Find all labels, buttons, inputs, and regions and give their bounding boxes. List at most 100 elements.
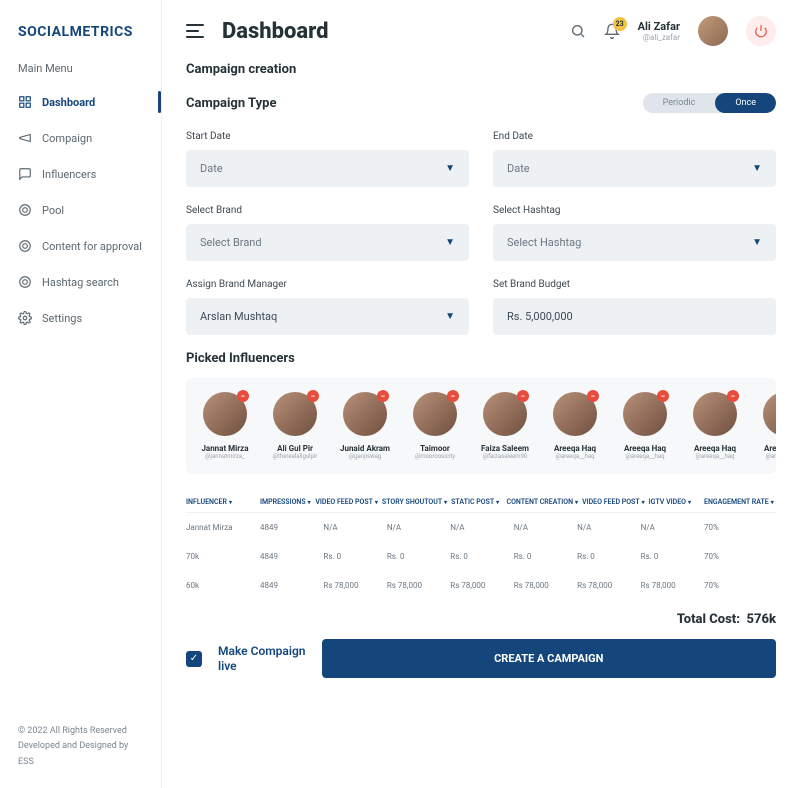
brand-select[interactable]: Select Brand▼	[186, 224, 469, 261]
column-header[interactable]: STORY SHOUTOUT ▾	[382, 498, 447, 506]
column-header[interactable]: INFLUENCER ▾	[186, 498, 256, 506]
brand-field: Select Brand Select Brand▼	[186, 205, 469, 261]
table-cell: 70%	[704, 523, 776, 532]
field-label: Assign Brand Manager	[186, 279, 469, 290]
column-header[interactable]: VIDEO FEED POST ▾	[315, 498, 378, 506]
table-cell: Rs. 0	[323, 552, 382, 561]
table-cell: Rs 78,000	[577, 581, 636, 590]
credit: Developed and Designed by ESS	[18, 739, 143, 770]
budget-input[interactable]: Rs. 5,000,000	[493, 298, 776, 335]
search-button[interactable]	[570, 23, 586, 39]
remove-icon[interactable]: −	[237, 390, 249, 402]
influencer-handle: @jannatmirza_	[205, 453, 245, 460]
sidebar-item-content[interactable]: Content for approval	[0, 229, 161, 263]
remove-icon[interactable]: −	[447, 390, 459, 402]
logout-button[interactable]	[746, 16, 776, 46]
table-cell: Rs. 0	[387, 552, 446, 561]
manager-field: Assign Brand Manager Arslan Mushtaq▼	[186, 279, 469, 335]
table-cell: 70k	[186, 552, 256, 561]
sidebar-item-influencers[interactable]: Influencers	[0, 157, 161, 191]
nav-label: Pool	[42, 204, 64, 217]
influencer-card[interactable]: − Ali Gul Pir@therealaligulpir	[266, 392, 324, 460]
menu-toggle[interactable]	[186, 24, 204, 38]
notifications-button[interactable]: 23	[604, 23, 620, 39]
influencer-card[interactable]: −Areeqa Haq@areeqa__haq	[616, 392, 674, 460]
influencer-name: Taimoor	[420, 444, 450, 453]
influencer-card[interactable]: −Areeqa Haq@areeqa__haq	[546, 392, 604, 460]
influencer-card[interactable]: −Jannat Mirza@jannatmirza_	[196, 392, 254, 460]
influencer-card[interactable]: − Areeqa Haq@areeqa__haq	[686, 392, 744, 460]
copyright: © 2022 All Rights Reserved	[18, 724, 143, 739]
table-header: INFLUENCER ▾ IMPRESSIONS ▾ VIDEO FEED POST…	[186, 492, 776, 513]
column-header[interactable]: CONTENT CREATION ▾	[507, 498, 579, 506]
table-row: 70k4849Rs. 0Rs. 0Rs. 0Rs. 0Rs. 0Rs. 070%	[186, 542, 776, 571]
influencer-name: Areeqa Haq	[554, 444, 596, 453]
avatar[interactable]	[698, 16, 728, 46]
table-cell: N/A	[387, 523, 446, 532]
main: Dashboard 23 Ali Zafar @ali_zafar Campai…	[162, 0, 800, 788]
influencer-name: Areeqa Haq	[694, 444, 736, 453]
table-row: Jannat Mirza4849N/AN/AN/AN/AN/AN/A70%	[186, 513, 776, 542]
influencer-name: Areeqa Haq	[764, 444, 776, 453]
gear-icon	[18, 311, 32, 325]
influencer-avatar: −	[623, 392, 667, 436]
influencer-avatar: −	[553, 392, 597, 436]
sidebar-item-settings[interactable]: Settings	[0, 301, 161, 335]
influencer-handle: @therealaligulpir	[273, 453, 318, 460]
influencer-card[interactable]: −Faiza Saleem@faizasaleem90	[476, 392, 534, 460]
remove-icon[interactable]: −	[587, 390, 599, 402]
end-date-select[interactable]: Date▼	[493, 150, 776, 187]
sidebar-item-compaign[interactable]: Compaign	[0, 121, 161, 155]
sidebar-item-pool[interactable]: Pool	[0, 193, 161, 227]
budget-field: Set Brand Budget Rs. 5,000,000	[493, 279, 776, 335]
nav-label: Dashboard	[42, 96, 95, 109]
user-handle: @ali_zafar	[638, 33, 680, 43]
influencer-name: Ali Gul Pir	[277, 444, 313, 453]
power-icon	[754, 24, 768, 38]
column-header[interactable]: VIDEO FEED POST ▾	[582, 498, 645, 506]
toggle-periodic[interactable]: Periodic	[643, 93, 716, 113]
nav-label: Settings	[42, 312, 82, 325]
table-cell: N/A	[323, 523, 382, 532]
sidebar-item-dashboard[interactable]: Dashboard	[0, 85, 161, 119]
table-cell: Rs. 0	[577, 552, 636, 561]
nav-label: Compaign	[42, 132, 92, 145]
table-cell: N/A	[577, 523, 636, 532]
chevron-down-icon: ▼	[445, 163, 455, 174]
column-header[interactable]: ENGAGEMENT RATE ▾	[704, 498, 776, 506]
page-title: Dashboard	[222, 19, 329, 44]
manager-select[interactable]: Arslan Mushtaq▼	[186, 298, 469, 335]
influencer-card[interactable]: −Taimoor@mooroosicity	[406, 392, 464, 460]
create-campaign-button[interactable]: CREATE A CAMPAIGN	[322, 639, 776, 678]
remove-icon[interactable]: −	[307, 390, 319, 402]
remove-icon[interactable]: −	[657, 390, 669, 402]
remove-icon[interactable]: −	[377, 390, 389, 402]
influencer-card[interactable]: −Junaid Akram@ganjiswag	[336, 392, 394, 460]
table-cell: Rs. 0	[641, 552, 700, 561]
column-header[interactable]: IMPRESSIONS ▾	[260, 498, 311, 506]
field-label: End Date	[493, 131, 776, 142]
table-cell: N/A	[514, 523, 573, 532]
toggle-once[interactable]: Once	[715, 93, 776, 113]
remove-icon[interactable]: −	[727, 390, 739, 402]
chevron-down-icon: ▼	[445, 237, 455, 248]
field-label: Set Brand Budget	[493, 279, 776, 290]
sidebar-item-hashtag[interactable]: Hashtag search	[0, 265, 161, 299]
sidebar-footer: © 2022 All Rights Reserved Developed and…	[0, 724, 161, 770]
hashtag-select[interactable]: Select Hashtag▼	[493, 224, 776, 261]
table-row: 60k4849Rs 78,000Rs 78,000Rs 78,000Rs 78,…	[186, 571, 776, 600]
remove-icon[interactable]: −	[517, 390, 529, 402]
content: Campaign creation Campaign Type Periodic…	[162, 62, 800, 694]
table-cell: Rs 78,000	[387, 581, 446, 590]
start-date-select[interactable]: Date▼	[186, 150, 469, 187]
table-cell: N/A	[641, 523, 700, 532]
influencer-handle: @areeqa__haq	[765, 453, 776, 460]
influencer-avatar: −	[693, 392, 737, 436]
influencer-card[interactable]: −Areeqa Haq@areeqa__haq	[756, 392, 776, 460]
column-header[interactable]: STATIC POST ▾	[451, 498, 502, 506]
influencer-handle: @areeqa__haq	[695, 453, 734, 460]
table-cell: Rs 78,000	[641, 581, 700, 590]
column-header[interactable]: IGTV VIDEO ▾	[649, 498, 700, 506]
make-live-checkbox[interactable]: ✓	[186, 651, 202, 667]
chat-icon	[18, 167, 32, 181]
